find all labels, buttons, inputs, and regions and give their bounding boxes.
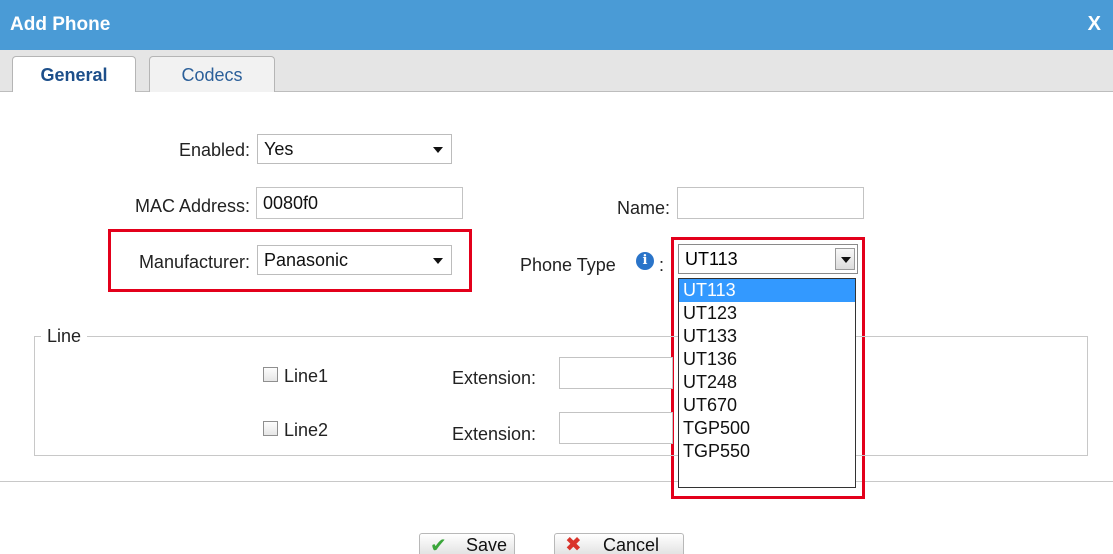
phone-type-option[interactable]: TGP500	[679, 417, 855, 440]
mac-address-input[interactable]: 0080f0	[256, 187, 463, 219]
line2-extension-input[interactable]	[559, 412, 673, 444]
tab-codecs[interactable]: Codecs	[149, 56, 275, 93]
tab-strip: General Codecs	[0, 50, 1113, 94]
line1-label: Line1	[284, 366, 329, 386]
line2-extension-label: Extension:	[452, 424, 537, 444]
line1-extension-label: Extension:	[452, 368, 537, 388]
manufacturer-select[interactable]: Panasonic	[257, 245, 452, 275]
phone-type-dropdown-list: UT113 UT123 UT133 UT136 UT248 UT670 TGP5…	[678, 278, 856, 488]
tab-general[interactable]: General	[12, 56, 136, 94]
phone-type-option[interactable]: UT136	[679, 348, 855, 371]
chevron-down-icon[interactable]	[835, 248, 855, 270]
enabled-select[interactable]: Yes	[257, 134, 452, 164]
line1-checkbox[interactable]	[263, 367, 278, 382]
enabled-label: Enabled:	[178, 140, 250, 160]
chevron-down-icon	[433, 147, 443, 153]
checkmark-icon: ✔	[430, 535, 447, 554]
phone-type-option[interactable]: UT670	[679, 394, 855, 417]
phone-type-option[interactable]: TGP550	[679, 440, 855, 463]
cancel-button-label: Cancel	[603, 535, 660, 554]
manufacturer-select-value: Panasonic	[264, 250, 349, 270]
phone-type-select[interactable]: UT113	[678, 244, 858, 274]
phone-type-option[interactable]: UT248	[679, 371, 855, 394]
phone-type-option[interactable]: UT123	[679, 302, 855, 325]
phone-type-option[interactable]: UT113	[679, 279, 855, 302]
dialog-title: Add Phone	[10, 14, 111, 35]
line1-extension-input[interactable]	[559, 357, 673, 389]
close-icon[interactable]: X	[1088, 13, 1101, 36]
name-label: Name:	[616, 198, 670, 218]
info-icon[interactable]: i	[636, 252, 654, 270]
line2-checkbox[interactable]	[263, 421, 278, 436]
cross-icon: ✖	[565, 534, 582, 554]
line2-label: Line2	[284, 420, 329, 440]
cancel-button[interactable]: ✖ Cancel	[554, 533, 684, 554]
enabled-select-value: Yes	[264, 139, 294, 159]
phone-type-option[interactable]: UT133	[679, 325, 855, 348]
mac-address-value: 0080f0	[263, 193, 319, 213]
mac-address-label: MAC Address:	[134, 196, 250, 216]
chevron-down-icon	[433, 258, 443, 264]
phone-type-select-value: UT113	[685, 249, 738, 269]
dialog-title-bar: Add Phone X	[0, 0, 1113, 50]
phone-type-label-colon: :	[659, 255, 665, 275]
phone-type-label: Phone Type	[520, 255, 616, 275]
save-button-label: Save	[466, 535, 508, 554]
save-button[interactable]: ✔ Save	[419, 533, 515, 554]
name-input[interactable]	[677, 187, 864, 219]
line-legend: Line	[47, 326, 82, 346]
manufacturer-label: Manufacturer:	[138, 252, 250, 272]
